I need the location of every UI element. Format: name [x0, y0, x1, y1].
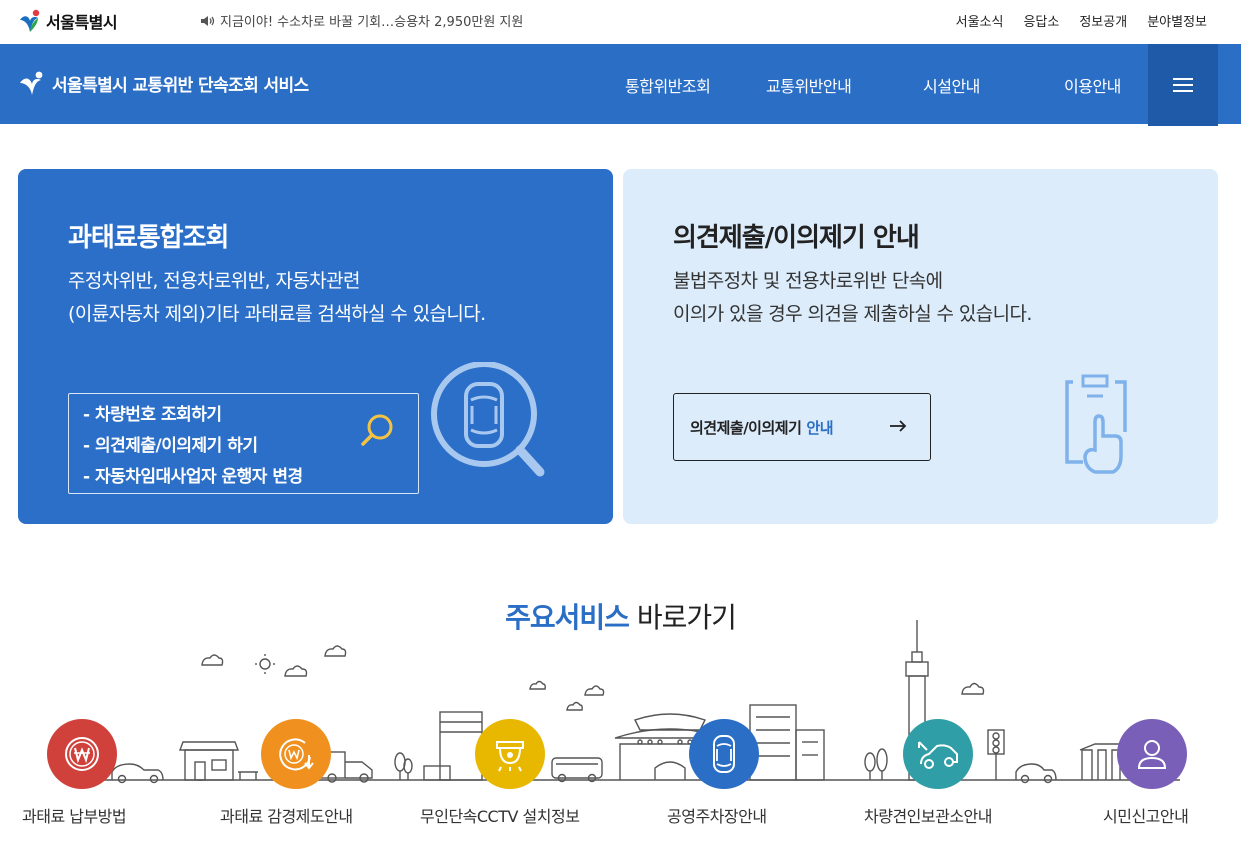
opinion-desc-line1: 불법주정차 및 전용차로위반 단속에	[673, 270, 943, 292]
service-tow-storage[interactable]	[903, 719, 973, 789]
service-title: 서울특별시 교통위반 단속조회 서비스	[52, 75, 309, 96]
seoul-logo[interactable]: 서울특별시	[18, 6, 118, 36]
util-link-seoul-news[interactable]: 서울소식	[956, 11, 1004, 30]
service-fine-payment[interactable]	[47, 719, 117, 789]
nav-facility-guide[interactable]: 시설안내	[923, 73, 980, 97]
link-submit-opinion[interactable]: - 의견제출/이의제기 하기	[83, 431, 404, 462]
tow-truck-icon	[918, 741, 958, 769]
notice-bar[interactable]: 지금이야! 수소차로 바꿀 기회…승용차 2,950만원 지원	[200, 11, 523, 30]
fine-search-card: 과태료통합조회 주정차위반, 전용차로위반, 자동차관련 (이륜자동차 제외)기…	[18, 169, 613, 524]
seoul-logo-text: 서울특별시	[46, 13, 118, 32]
nav-integrated-search[interactable]: 통합위반조회	[625, 73, 711, 97]
link-rental-driver-change[interactable]: - 자동차임대사업자 운행자 변경	[83, 462, 404, 493]
service-public-parking[interactable]	[689, 719, 759, 789]
nav-violation-guide[interactable]: 교통위반안내	[766, 73, 852, 97]
car-top-icon	[713, 735, 735, 773]
speaker-icon	[201, 15, 215, 26]
service-fine-payment-label[interactable]: 과태료 납부방법	[22, 803, 127, 827]
fine-search-desc-line1: 주정차위반, 전용차로위반, 자동차관련	[68, 270, 360, 292]
util-link-eungdapso[interactable]: 응답소	[1023, 11, 1059, 30]
won-discount-icon	[279, 738, 314, 771]
link-plate-search[interactable]: - 차량번호 조회하기	[83, 400, 404, 431]
opinion-guide-desc: 불법주정차 및 전용차로위반 단속에 이의가 있을 경우 의견을 제출하실 수 …	[673, 265, 1032, 331]
opinion-desc-line2: 이의가 있을 경우 의견을 제출하실 수 있습니다.	[673, 303, 1032, 325]
search-icon	[361, 414, 393, 446]
hamburger-icon	[1173, 78, 1193, 92]
util-link-field-info[interactable]: 분야별정보	[1147, 11, 1207, 30]
service-logo[interactable]: 서울특별시 교통위반 단속조회 서비스	[18, 70, 309, 96]
fine-search-desc: 주정차위반, 전용차로위반, 자동차관련 (이륜자동차 제외)기타 과태료를 검…	[68, 265, 486, 331]
cctv-icon	[496, 741, 524, 772]
service-citizen-report-label[interactable]: 시민신고안내	[1103, 803, 1189, 827]
opinion-guide-button[interactable]: 의견제출/이의제기 안내	[673, 393, 931, 461]
fine-search-desc-line2: (이륜자동차 제외)기타 과태료를 검색하실 수 있습니다.	[68, 303, 486, 325]
service-cctv-info[interactable]	[475, 719, 545, 789]
won-coin-icon	[65, 737, 99, 771]
main-header: 서울특별시 교통위반 단속조회 서비스 통합위반조회 교통위반안내 시설안내 이…	[0, 44, 1241, 126]
notice-text: 지금이야! 수소차로 바꿀 기회…승용차 2,950만원 지원	[220, 15, 524, 30]
cityscape-illustration	[70, 620, 1180, 784]
person-icon	[1137, 740, 1167, 769]
service-citizen-report[interactable]	[1117, 719, 1187, 789]
service-fine-reduction[interactable]	[261, 719, 331, 789]
nav-usage-guide[interactable]: 이용안내	[1064, 73, 1121, 97]
service-fine-reduction-label[interactable]: 과태료 감경제도안내	[220, 803, 353, 827]
car-magnifier-icon	[431, 362, 545, 477]
opinion-guide-card: 의견제출/이의제기 안내 불법주정차 및 전용차로위반 단속에 이의가 있을 경…	[623, 169, 1218, 524]
service-tow-storage-label[interactable]: 차량견인보관소안내	[864, 803, 992, 827]
top-utility-bar: 서울특별시 지금이야! 수소차로 바꿀 기회…승용차 2,950만원 지원 서울…	[0, 0, 1241, 44]
document-hand-icon	[1065, 374, 1127, 474]
opinion-button-label: 의견제출/이의제기	[690, 418, 802, 437]
service-cctv-info-label[interactable]: 무인단속CCTV 설치정보	[420, 803, 580, 827]
utility-links: 서울소식 응답소 정보공개 분야별정보	[956, 11, 1207, 30]
opinion-button-accent: 안내	[806, 418, 833, 437]
arrow-right-icon	[890, 420, 907, 432]
service-public-parking-label[interactable]: 공영주차장안내	[667, 803, 767, 827]
util-link-info-disclosure[interactable]: 정보공개	[1079, 11, 1127, 30]
opinion-guide-title: 의견제출/이의제기 안내	[673, 223, 920, 253]
seoul-symbol-white-icon	[20, 71, 43, 95]
all-menu-button[interactable]	[1148, 44, 1218, 126]
fine-search-title: 과태료통합조회	[68, 223, 229, 253]
seoul-symbol-icon	[20, 9, 40, 32]
